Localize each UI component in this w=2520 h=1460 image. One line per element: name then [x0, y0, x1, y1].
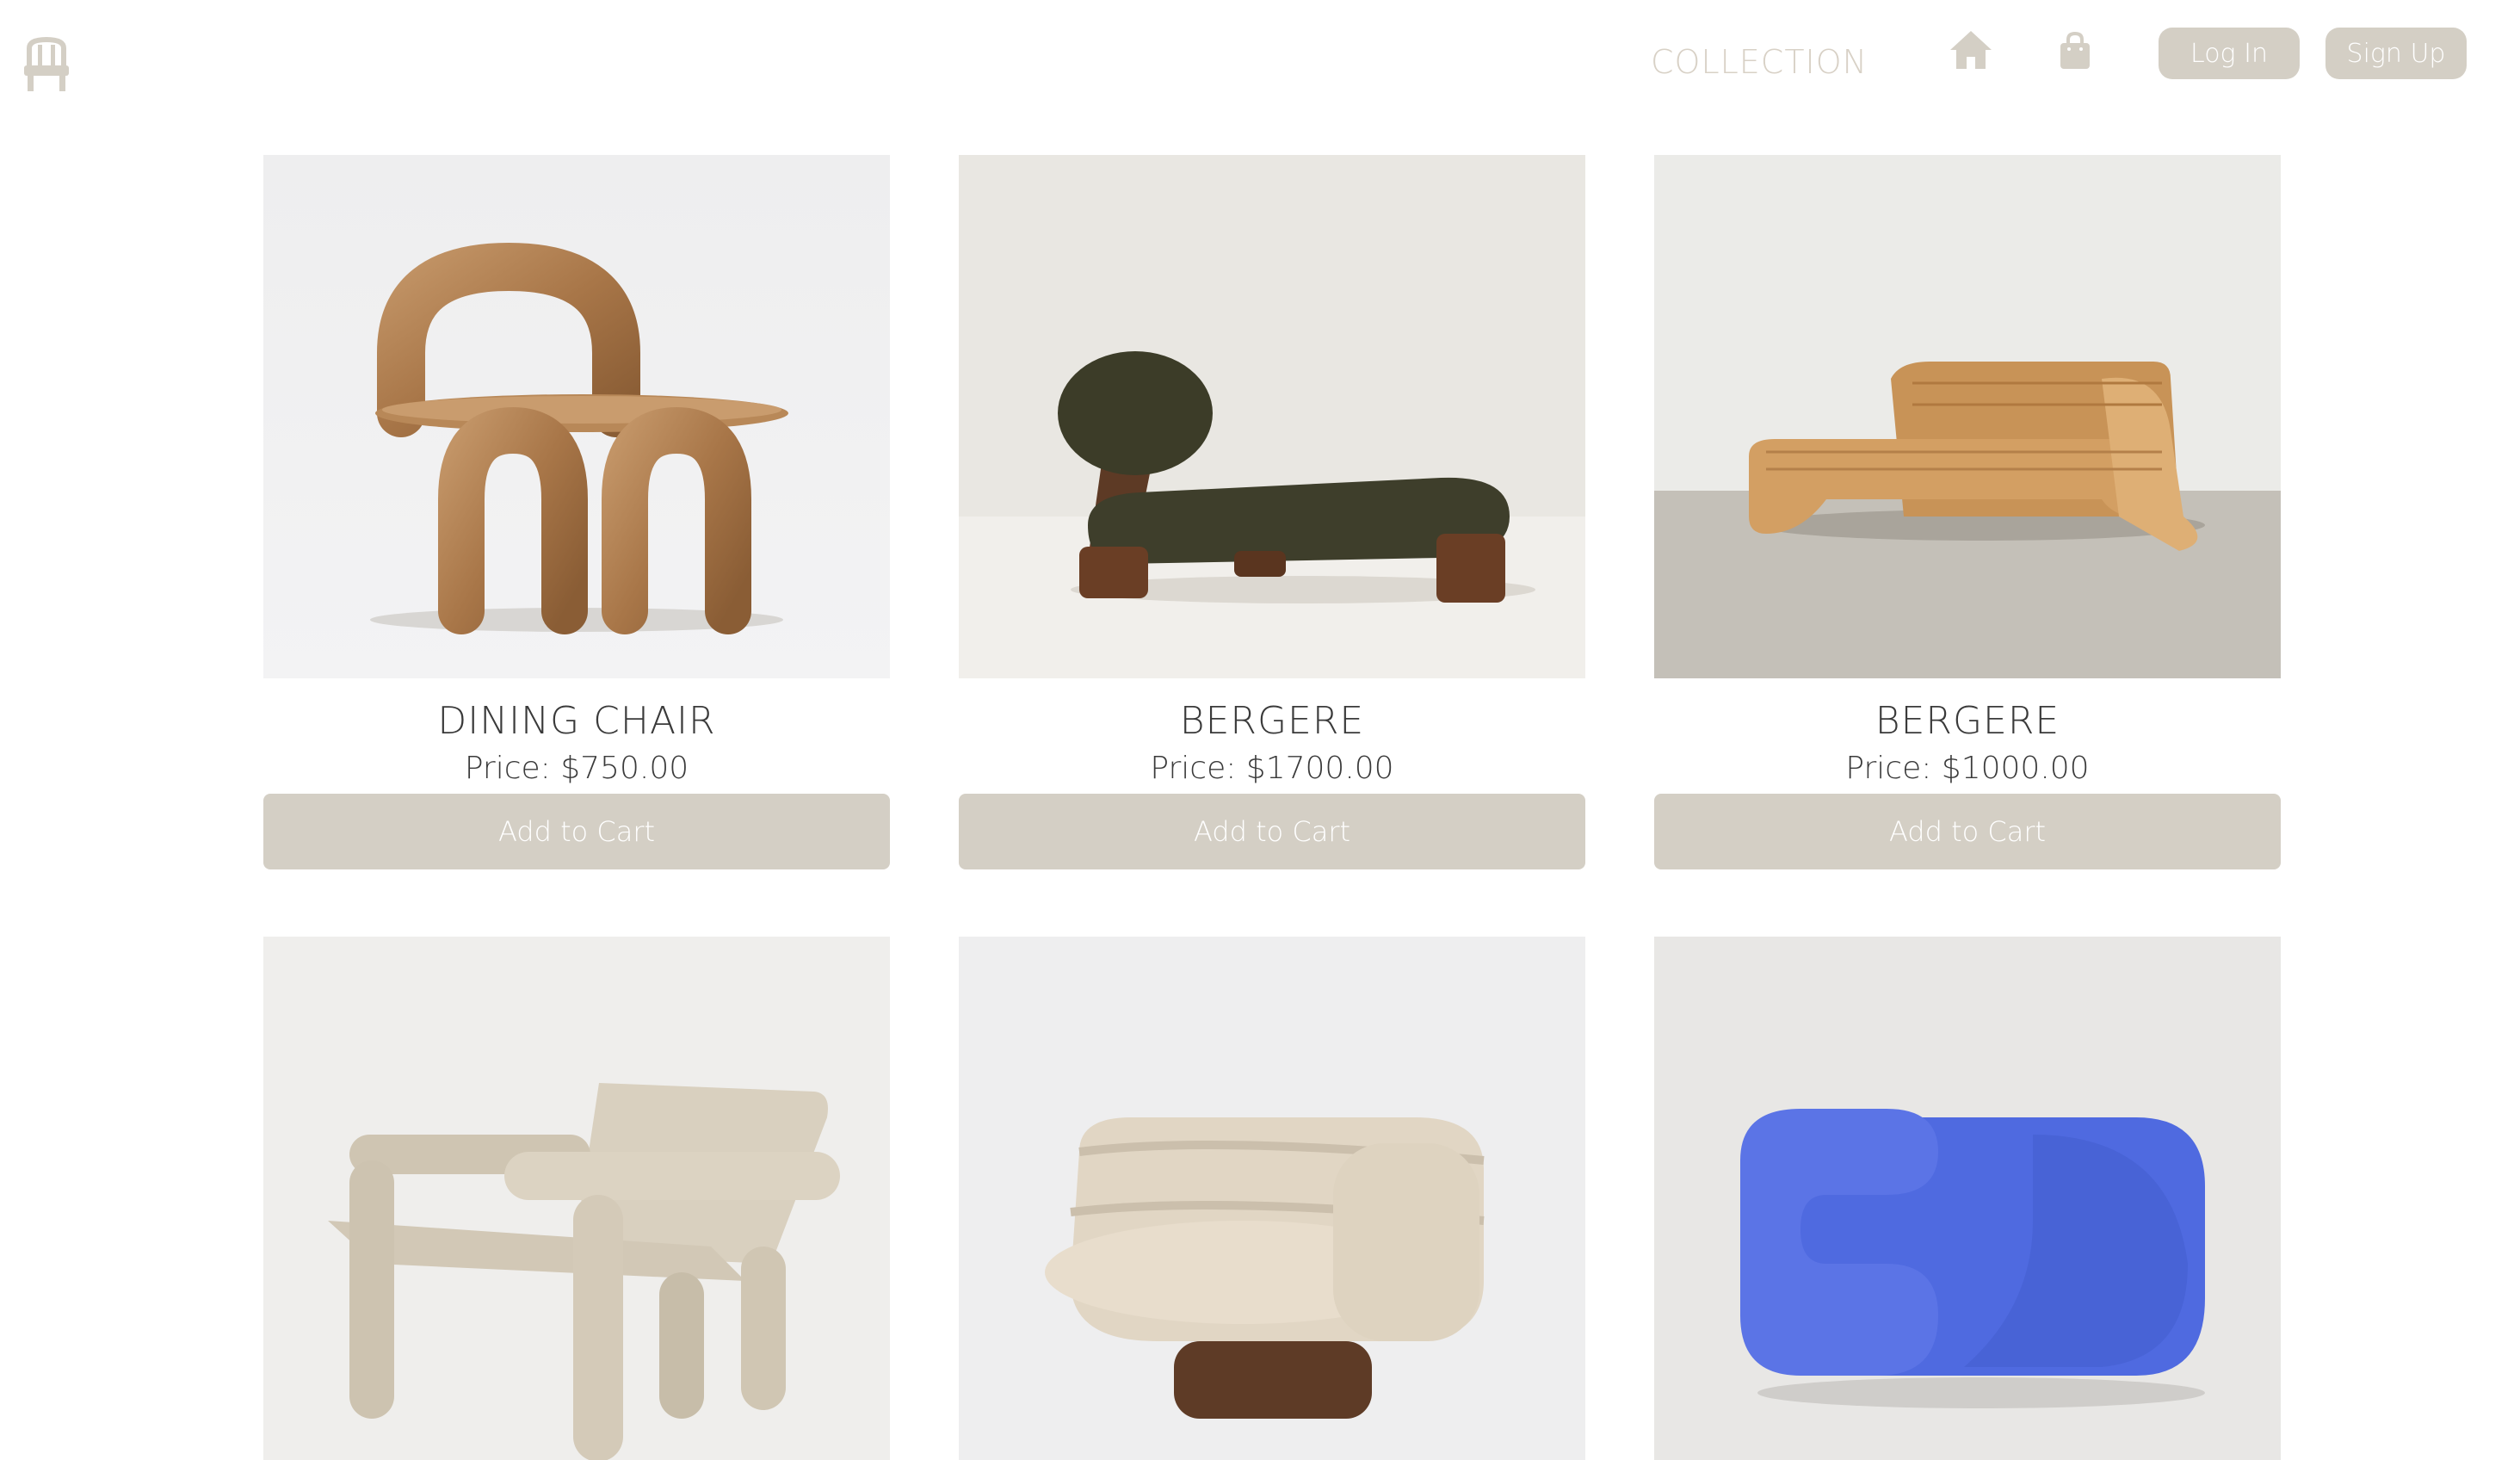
signup-button[interactable]: Sign Up: [2325, 28, 2467, 79]
shopping-bag-icon[interactable]: [2059, 31, 2091, 71]
top-nav: COLLECTION Log In Sign Up: [0, 0, 2520, 138]
nav-collection-link[interactable]: COLLECTION: [1651, 43, 1868, 81]
product-image[interactable]: [263, 155, 890, 678]
home-icon[interactable]: [1949, 29, 1993, 71]
product-price: Price: $750.00: [464, 751, 689, 786]
add-to-cart-button[interactable]: Add to Cart: [1654, 794, 2281, 869]
product-name: BERGERE: [1179, 699, 1365, 743]
product-image[interactable]: [263, 937, 890, 1460]
add-to-cart-button[interactable]: Add to Cart: [263, 794, 890, 869]
product-name: BERGERE: [1875, 699, 2060, 743]
add-to-cart-button[interactable]: Add to Cart: [959, 794, 1585, 869]
product-image[interactable]: [1654, 937, 2281, 1460]
product-price: Price: $1000.00: [1845, 751, 2090, 786]
product-price: Price: $1700.00: [1150, 751, 1394, 786]
login-button[interactable]: Log In: [2159, 28, 2300, 79]
chair-logo-icon[interactable]: [22, 36, 71, 93]
product-name: DINING CHAIR: [437, 699, 716, 743]
product-image[interactable]: [959, 155, 1585, 678]
product-image[interactable]: [1654, 155, 2281, 678]
product-image[interactable]: [959, 937, 1585, 1460]
